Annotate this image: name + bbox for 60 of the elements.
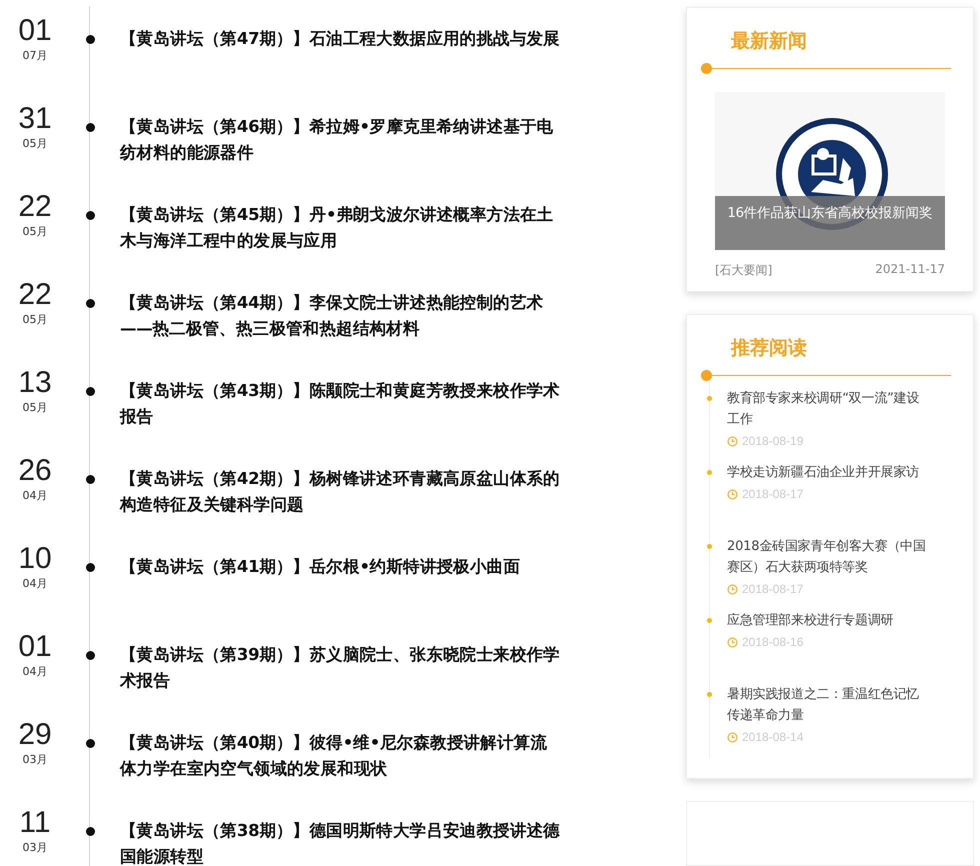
timeline-dot xyxy=(86,211,94,220)
lecture-link[interactable]: 【黄岛讲坛（第44期）】李保文院士讲述热能控制的艺术——热二极管、热三极管和热超结构材料 xyxy=(110,278,560,342)
timeline-dot xyxy=(86,35,94,44)
clock-icon xyxy=(727,732,738,742)
section-heading: 推荐阅读 xyxy=(730,336,808,361)
lecture-link[interactable]: 【黄岛讲坛（第47期）】石油工程大数据应用的挑战与发展 xyxy=(110,14,560,52)
date-day: 22 xyxy=(18,190,52,224)
date-month: 05月 xyxy=(22,312,48,328)
lecture-link[interactable]: 【黄岛讲坛（第40期）】彼得•维•尼尔森教授讲解计算流体力学在室内空气领域的发展和现状 xyxy=(110,718,560,782)
timeline-dot xyxy=(86,827,94,836)
news-category: [石大要闻] xyxy=(715,262,772,279)
date-month: 05月 xyxy=(22,224,48,240)
bullet-dot xyxy=(707,692,712,697)
news-date: 2021-11-17 xyxy=(875,262,945,278)
clock-icon xyxy=(727,488,738,500)
lecture-link[interactable]: 【黄岛讲坛（第39期）】苏义脑院士、张东晓院士来校作学术报告 xyxy=(110,630,560,694)
timeline-dot xyxy=(86,739,94,748)
article-link[interactable]: 2018金砖国家青年创客大赛（中国赛区）石大获两项特等奖 xyxy=(727,536,931,578)
bullet-dot xyxy=(707,544,712,549)
date-month: 05月 xyxy=(22,400,48,416)
article-link[interactable]: 应急管理部来校进行专题调研 xyxy=(727,610,931,631)
date-day: 26 xyxy=(18,454,52,488)
bullet-dot xyxy=(707,618,712,623)
bullet-dot xyxy=(707,470,712,475)
article-link[interactable]: 教育部专家来校调研“双一流”建设工作 xyxy=(727,388,931,430)
bullet-dot xyxy=(707,396,712,401)
clock-icon xyxy=(727,584,738,594)
news-caption[interactable]: 16件作品获山东省高校校报新闻奖 xyxy=(715,196,945,250)
date-month: 05月 xyxy=(22,136,48,152)
clock-icon xyxy=(727,436,738,446)
article-link[interactable]: 暑期实践报道之二：重温红色记忆传递革命力量 xyxy=(727,684,931,726)
date-day: 01 xyxy=(18,14,52,48)
timeline-dot xyxy=(86,299,94,308)
date-month: 04月 xyxy=(22,488,48,504)
clock-icon xyxy=(727,636,738,648)
lecture-link[interactable]: 【黄岛讲坛（第38期）】德国明斯特大学吕安迪教授讲述德国能源转型 xyxy=(110,806,560,866)
date-day: 01 xyxy=(18,630,52,664)
timeline-dot xyxy=(86,387,94,396)
date-month: 07月 xyxy=(22,48,48,64)
date-day: 11 xyxy=(19,806,51,840)
timeline-dot xyxy=(86,651,94,660)
lecture-link[interactable]: 【黄岛讲坛（第46期）】希拉姆•罗摩克里希纳讲述基于电纺材料的能源器件 xyxy=(110,102,560,166)
section-heading: 最新新闻 xyxy=(730,29,808,54)
lecture-link[interactable]: 【黄岛讲坛（第41期）】岳尔根•约斯特讲授极小曲面 xyxy=(110,542,560,580)
date-month: 03月 xyxy=(22,752,48,768)
article-link[interactable]: 学校走访新疆石油企业并开展家访 xyxy=(727,462,931,483)
date-month: 04月 xyxy=(22,664,48,680)
date-day: 31 xyxy=(18,102,52,136)
date-day: 22 xyxy=(18,278,52,312)
timeline-dot xyxy=(86,475,94,484)
lecture-link[interactable]: 【黄岛讲坛（第45期）】丹•弗朗戈波尔讲述概率方法在土木与海洋工程中的发展与应用 xyxy=(110,190,560,254)
lecture-link[interactable]: 【黄岛讲坛（第43期）】陈颙院士和黄庭芳教授来校作学术报告 xyxy=(110,366,560,430)
date-month: 04月 xyxy=(22,576,48,592)
date-day: 13 xyxy=(18,366,52,400)
timeline-dot xyxy=(86,563,94,572)
date-day: 29 xyxy=(18,718,52,752)
date-day: 10 xyxy=(18,542,52,576)
timeline-dot xyxy=(86,123,94,132)
lecture-link[interactable]: 【黄岛讲坛（第42期）】杨树锋讲述环青藏高原盆山体系的构造特征及关键科学问题 xyxy=(110,454,560,518)
date-month: 03月 xyxy=(22,840,48,856)
